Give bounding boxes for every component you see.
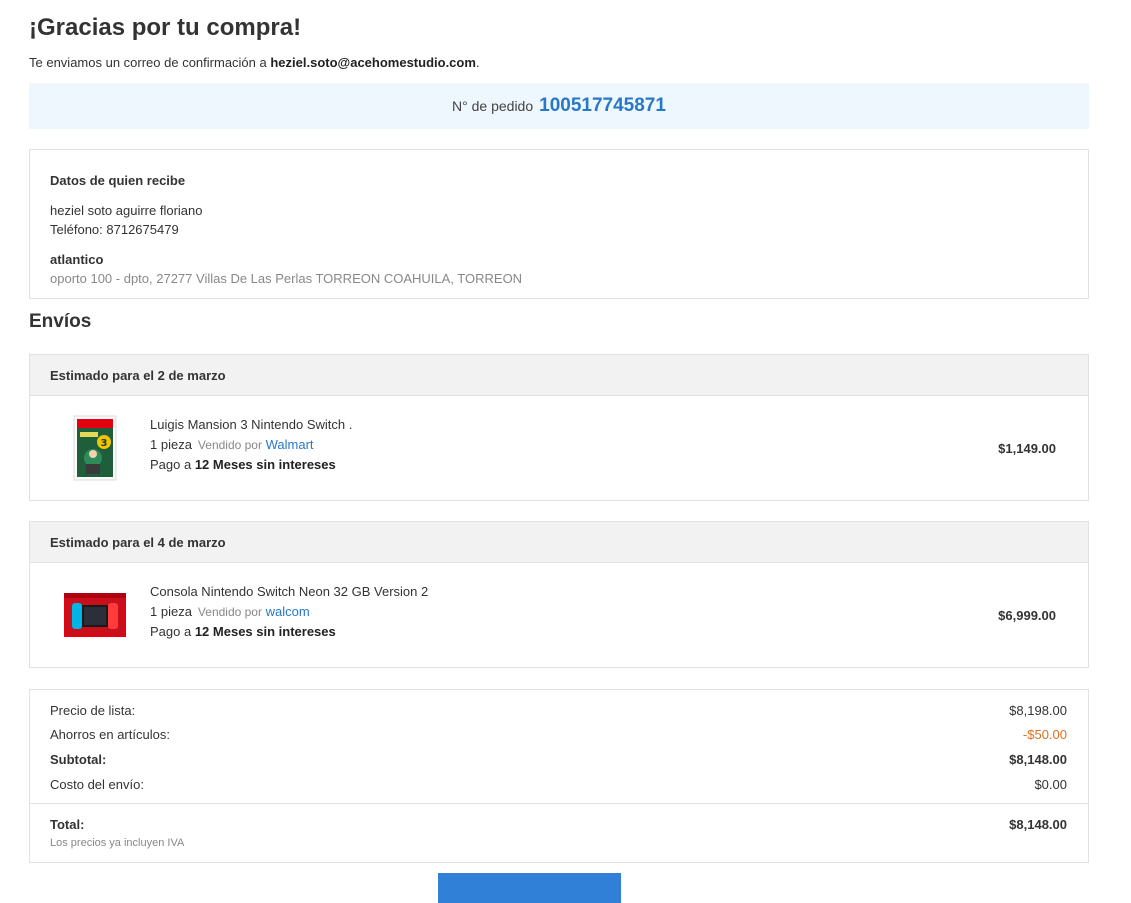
order-summary: Precio de lista: $8,198.00 Ahorros en ar… xyxy=(29,689,1089,863)
order-number: 100517745871 xyxy=(539,95,666,116)
item-quantity-line: 1 pieza Vendido por walcom xyxy=(150,604,310,619)
item-quantity: 1 pieza xyxy=(150,437,192,452)
console-box-icon[interactable] xyxy=(60,581,130,649)
sold-by-label: Vendido por xyxy=(197,438,262,452)
payment-prefix: Pago a xyxy=(150,624,195,639)
item-title[interactable]: Consola Nintendo Switch Neon 32 GB Versi… xyxy=(150,584,428,599)
customer-email: heziel.soto@acehomestudio.com xyxy=(270,55,476,70)
total-row: Total: $8,148.00 xyxy=(50,817,1067,832)
shipments-title: Envíos xyxy=(29,311,92,332)
savings-label: Ahorros en artículos: xyxy=(50,727,170,742)
recipient-card: Datos de quien recibe heziel soto aguirr… xyxy=(29,149,1089,299)
shipment-item: Consola Nintendo Switch Neon 32 GB Versi… xyxy=(30,563,1088,667)
summary-divider xyxy=(30,803,1088,804)
shipping-label: Costo del envío: xyxy=(50,777,144,792)
list-price-label: Precio de lista: xyxy=(50,703,136,718)
confirmation-message: Te enviamos un correo de confirmación a … xyxy=(29,55,480,70)
iva-note: Los precios ya incluyen IVA xyxy=(50,837,185,849)
list-price-row: Precio de lista: $8,198.00 xyxy=(50,703,1067,718)
total-value: $8,148.00 xyxy=(1009,817,1067,832)
seller-link[interactable]: Walmart xyxy=(266,437,314,452)
game-box-icon[interactable]: 3 xyxy=(60,414,130,482)
page-title: ¡Gracias por tu compra! xyxy=(29,14,302,41)
payment-plan-line: Pago a 12 Meses sin intereses xyxy=(150,457,336,472)
continue-button[interactable] xyxy=(438,873,621,903)
savings-row: Ahorros en artículos: -$50.00 xyxy=(50,727,1067,742)
payment-plan: 12 Meses sin intereses xyxy=(194,624,336,639)
payment-plan: 12 Meses sin intereses xyxy=(194,457,336,472)
item-price: $1,149.00 xyxy=(998,441,1056,456)
shipping-value: $0.00 xyxy=(1034,777,1067,792)
shipment-card: Estimado para el 4 de marzo Consola Nint… xyxy=(29,521,1089,668)
shipment-item: 3 Luigis Mansion 3 Nintendo Switch . 1 p… xyxy=(30,396,1088,500)
confirmation-text: Te enviamos un correo de confirmación a xyxy=(29,55,271,70)
subtotal-row: Subtotal: $8,148.00 xyxy=(50,752,1067,767)
seller-link[interactable]: walcom xyxy=(266,604,310,619)
item-price: $6,999.00 xyxy=(998,608,1056,623)
order-number-label: N° de pedido xyxy=(452,98,534,114)
shipment-estimate: Estimado para el 4 de marzo xyxy=(30,522,1088,563)
sold-by-label: Vendido por xyxy=(197,605,262,619)
savings-value: -$50.00 xyxy=(1022,727,1067,742)
order-number-bar: N° de pedido 100517745871 xyxy=(29,83,1089,129)
payment-prefix: Pago a xyxy=(150,457,195,472)
item-quantity: 1 pieza xyxy=(150,604,192,619)
list-price-value: $8,198.00 xyxy=(1009,703,1067,718)
recipient-store: atlantico xyxy=(50,252,104,267)
recipient-phone: Teléfono: 8712675479 xyxy=(50,222,179,237)
shipment-card: Estimado para el 2 de marzo 3 Luigis Man… xyxy=(29,354,1089,501)
subtotal-value: $8,148.00 xyxy=(1009,752,1067,767)
total-label: Total: xyxy=(50,817,85,832)
recipient-name: heziel soto aguirre floriano xyxy=(50,203,203,218)
subtotal-label: Subtotal: xyxy=(50,752,107,767)
shipment-estimate: Estimado para el 2 de marzo xyxy=(30,355,1088,396)
payment-plan-line: Pago a 12 Meses sin intereses xyxy=(150,624,336,639)
confirmation-end: . xyxy=(475,55,480,70)
svg-text:3: 3 xyxy=(101,438,108,449)
item-title[interactable]: Luigis Mansion 3 Nintendo Switch . xyxy=(150,417,352,432)
item-quantity-line: 1 pieza Vendido por Walmart xyxy=(150,437,314,452)
recipient-heading: Datos de quien recibe xyxy=(50,173,186,188)
shipping-row: Costo del envío: $0.00 xyxy=(50,777,1067,792)
recipient-address: oporto 100 - dpto, 27277 Villas De Las P… xyxy=(50,271,523,286)
